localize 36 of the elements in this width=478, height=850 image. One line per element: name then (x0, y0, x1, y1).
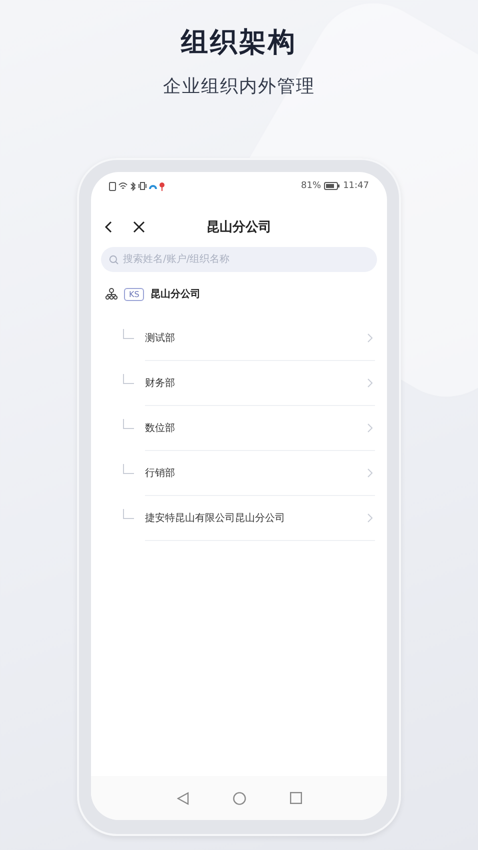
page-title: 组织架构 (181, 26, 297, 60)
home-nav-icon[interactable] (232, 792, 246, 804)
clock: 11:47 (343, 181, 369, 191)
arc-icon (149, 182, 157, 190)
department-item[interactable]: 行销部 (145, 451, 375, 496)
bluetooth-icon (130, 182, 136, 190)
chevron-right-icon (367, 423, 373, 433)
hierarchy-icon (105, 288, 118, 300)
department-item[interactable]: 财务部 (145, 361, 375, 406)
recents-nav-icon[interactable] (290, 792, 302, 804)
page-subtitle: 企业组织内外管理 (163, 75, 315, 98)
tree-branch-icon (123, 419, 134, 429)
screen-title: 昆山分公司 (206, 220, 272, 235)
close-button[interactable] (131, 219, 147, 235)
department-item[interactable]: 捷安特昆山有限公司昆山分公司 (145, 496, 375, 541)
tree-branch-icon (123, 509, 134, 519)
wifi-icon (118, 182, 128, 190)
tree-branch-icon (123, 329, 134, 339)
vibrate-icon (138, 182, 147, 190)
org-code-tag: KS (124, 288, 144, 300)
battery-percent: 81% (301, 181, 322, 191)
chevron-right-icon (367, 333, 373, 343)
sim-icon (109, 182, 116, 190)
tree-branch-icon (123, 464, 134, 474)
back-nav-icon[interactable] (176, 792, 188, 804)
org-root-item[interactable]: KS 昆山分公司 (91, 272, 387, 316)
chevron-right-icon (367, 468, 373, 478)
department-item[interactable]: 数位部 (145, 406, 375, 451)
battery-icon (324, 182, 340, 190)
department-item[interactable]: 测试部 (145, 316, 375, 361)
close-icon (133, 221, 145, 233)
chevron-right-icon (367, 513, 373, 523)
tree-branch-icon (123, 374, 134, 384)
chevron-right-icon (367, 378, 373, 388)
search-field[interactable]: 搜索姓名/账户/组织名称 (101, 247, 377, 272)
location-icon (159, 182, 165, 190)
